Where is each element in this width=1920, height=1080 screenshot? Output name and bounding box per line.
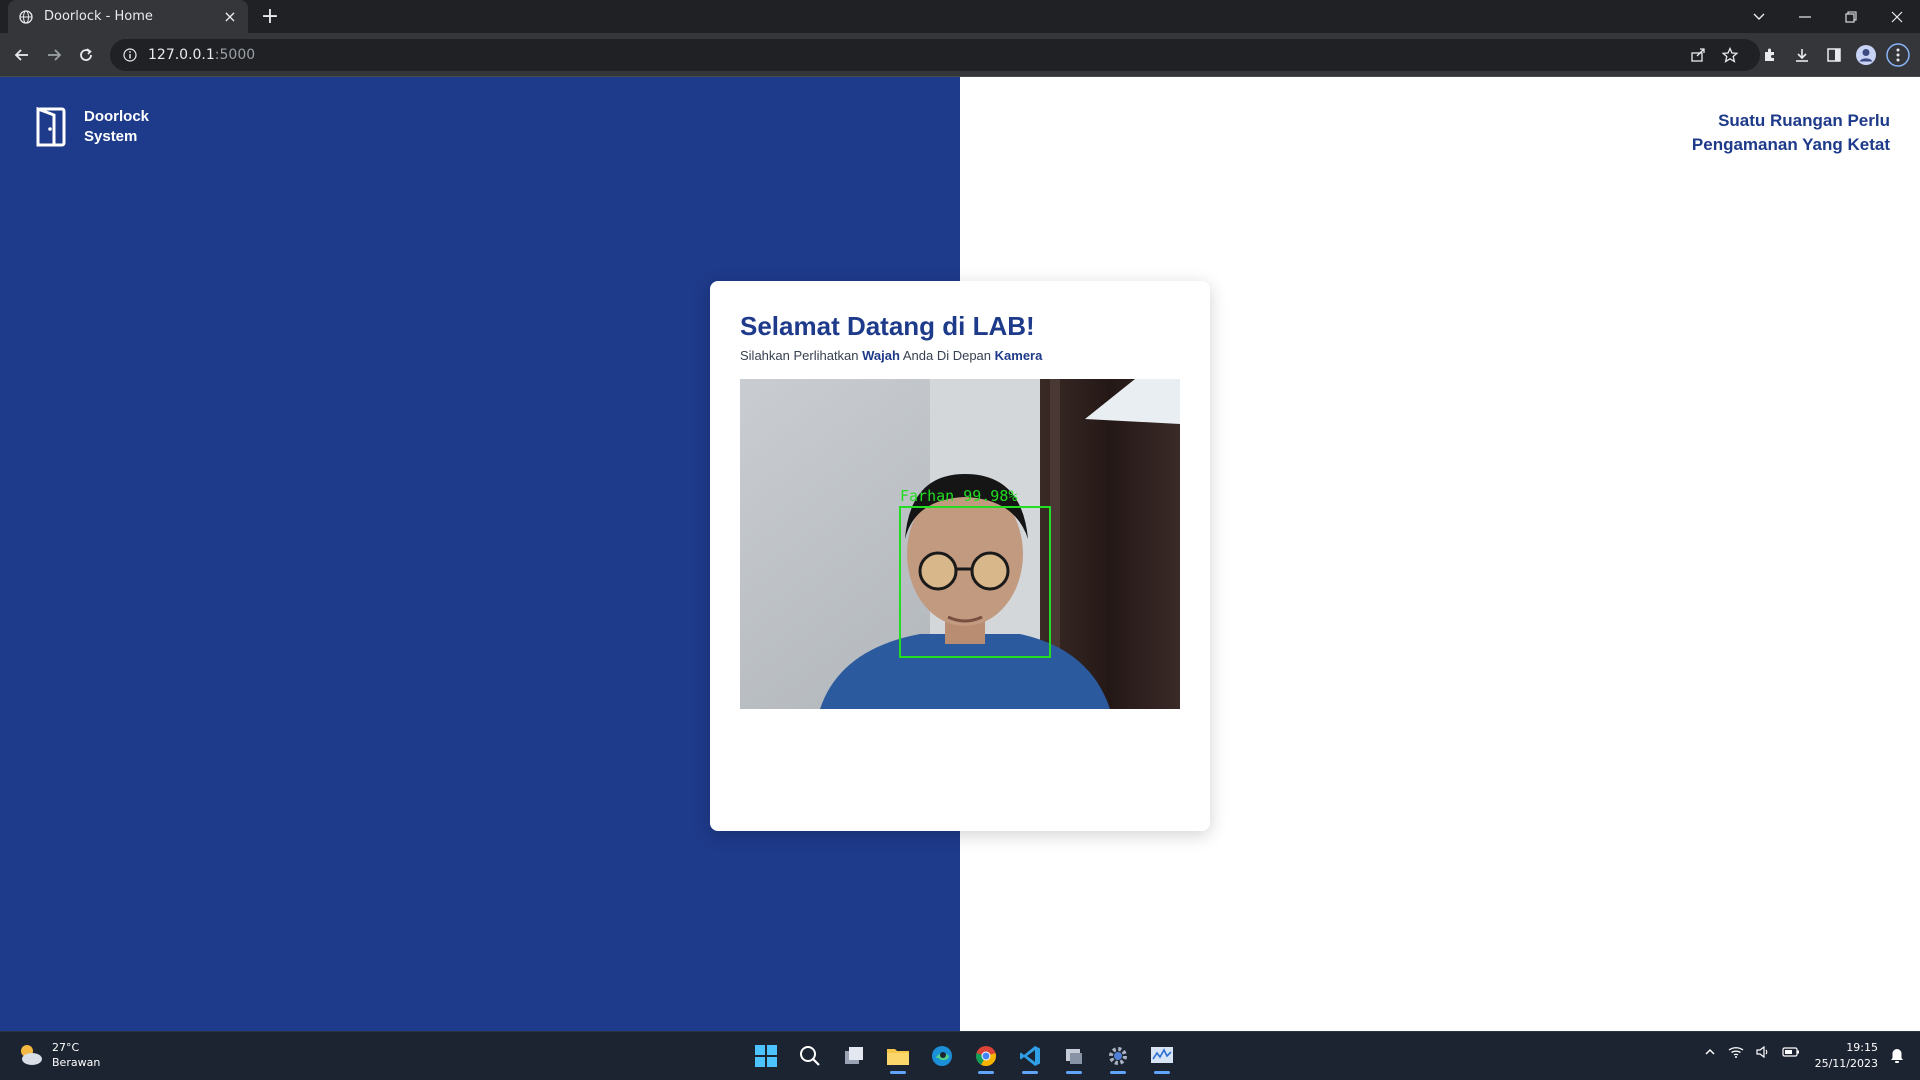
gear-icon bbox=[1109, 1047, 1127, 1065]
taskbar-search-button[interactable] bbox=[788, 1038, 832, 1074]
brand-line-2: System bbox=[84, 128, 138, 145]
start-button[interactable] bbox=[744, 1038, 788, 1074]
restore-icon[interactable] bbox=[1828, 0, 1874, 33]
download-icon[interactable] bbox=[1788, 41, 1816, 69]
instruction-text: Silahkan Perlihatkan Wajah Anda Di Depan… bbox=[740, 348, 1043, 363]
wifi-icon[interactable] bbox=[1728, 1046, 1744, 1062]
detection-label: Farhan 99.98% bbox=[900, 487, 1017, 505]
settings-button[interactable] bbox=[1096, 1038, 1140, 1074]
address-bar[interactable]: 127.0.0.1:5000 bbox=[110, 39, 1760, 71]
chevron-up-icon[interactable] bbox=[1704, 1046, 1716, 1062]
back-arrow-icon[interactable] bbox=[8, 41, 36, 69]
system-clock[interactable]: 19:15 25/11/2023 bbox=[1815, 1040, 1878, 1072]
monitor-app-button[interactable] bbox=[1140, 1038, 1184, 1074]
door-icon bbox=[36, 107, 66, 147]
tab-search-icon[interactable] bbox=[1736, 0, 1782, 33]
temperature: 27°C bbox=[52, 1041, 80, 1054]
new-tab-button[interactable]: + bbox=[258, 4, 282, 29]
browser-tab[interactable]: Doorlock - Home × bbox=[8, 0, 248, 33]
clock-time: 19:15 bbox=[1846, 1041, 1878, 1054]
globe-icon bbox=[18, 9, 34, 25]
brand-text: Doorlock System bbox=[84, 107, 149, 147]
side-panel-icon[interactable] bbox=[1820, 41, 1848, 69]
url-host: 127.0.0.1 bbox=[148, 47, 215, 63]
forward-arrow-icon[interactable] bbox=[40, 41, 68, 69]
extensions-icon[interactable] bbox=[1756, 41, 1784, 69]
menu-dots-icon[interactable] bbox=[1884, 41, 1912, 69]
info-icon[interactable] bbox=[122, 47, 138, 63]
camera-feed: Farhan 99.98% bbox=[740, 379, 1180, 709]
vscode-icon bbox=[1020, 1046, 1040, 1066]
chrome-button[interactable] bbox=[964, 1038, 1008, 1074]
page-content: Doorlock System Suatu Ruangan Perlu Peng… bbox=[0, 77, 1920, 1031]
vscode-button[interactable] bbox=[1008, 1038, 1052, 1074]
volume-icon[interactable] bbox=[1756, 1045, 1770, 1062]
tagline-line-2: Pengamanan Yang Ketat bbox=[1691, 135, 1890, 154]
task-view-icon bbox=[845, 1047, 863, 1064]
folder-icon bbox=[887, 1049, 909, 1065]
performance-monitor-icon bbox=[1151, 1047, 1173, 1063]
brand-logo[interactable]: Doorlock System bbox=[36, 107, 149, 147]
taskbar: 27°C Berawan 19:15 25/11/2023 bbox=[0, 1031, 1920, 1080]
minimize-icon[interactable] bbox=[1782, 0, 1828, 33]
task-view-button[interactable] bbox=[832, 1038, 876, 1074]
camera-frame-image: Farhan 99.98% bbox=[740, 379, 1180, 709]
tagline-line-1: Suatu Ruangan Perlu bbox=[1718, 111, 1890, 130]
search-icon bbox=[800, 1046, 820, 1066]
reload-icon[interactable] bbox=[72, 41, 100, 69]
close-window-icon[interactable] bbox=[1874, 0, 1920, 33]
weather-condition: Berawan bbox=[52, 1056, 101, 1069]
browser-tab-bar: Doorlock - Home × + bbox=[0, 0, 1920, 33]
notification-bell-icon[interactable] bbox=[1890, 1048, 1904, 1068]
app-window-icon bbox=[1066, 1049, 1082, 1064]
url-port: :5000 bbox=[214, 47, 256, 63]
chrome-icon bbox=[976, 1046, 996, 1067]
browser-toolbar: 127.0.0.1:5000 bbox=[0, 33, 1920, 77]
brand-line-1: Doorlock bbox=[84, 108, 150, 125]
file-explorer-button[interactable] bbox=[876, 1038, 920, 1074]
tagline: Suatu Ruangan Perlu Pengamanan Yang Keta… bbox=[1692, 109, 1890, 157]
tab-title: Doorlock - Home bbox=[44, 9, 153, 24]
taskbar-apps bbox=[744, 1038, 1184, 1074]
battery-icon[interactable] bbox=[1782, 1046, 1800, 1062]
close-tab-icon[interactable]: × bbox=[222, 7, 238, 26]
bookmark-star-icon[interactable] bbox=[1716, 41, 1744, 69]
profile-avatar-icon[interactable] bbox=[1852, 41, 1880, 69]
share-icon[interactable] bbox=[1684, 41, 1712, 69]
edge-icon bbox=[932, 1046, 952, 1066]
welcome-card: Selamat Datang di LAB! Silahkan Perlihat… bbox=[710, 281, 1210, 831]
weather-widget[interactable]: 27°C Berawan bbox=[16, 1040, 100, 1070]
clock-date: 25/11/2023 bbox=[1814, 1057, 1878, 1070]
app-button-1[interactable] bbox=[1052, 1038, 1096, 1074]
windows-logo-icon bbox=[755, 1045, 777, 1067]
card-title: Selamat Datang di LAB! bbox=[740, 311, 1035, 341]
system-tray bbox=[1704, 1045, 1800, 1062]
edge-button[interactable] bbox=[920, 1038, 964, 1074]
partly-cloudy-icon bbox=[21, 1045, 42, 1065]
